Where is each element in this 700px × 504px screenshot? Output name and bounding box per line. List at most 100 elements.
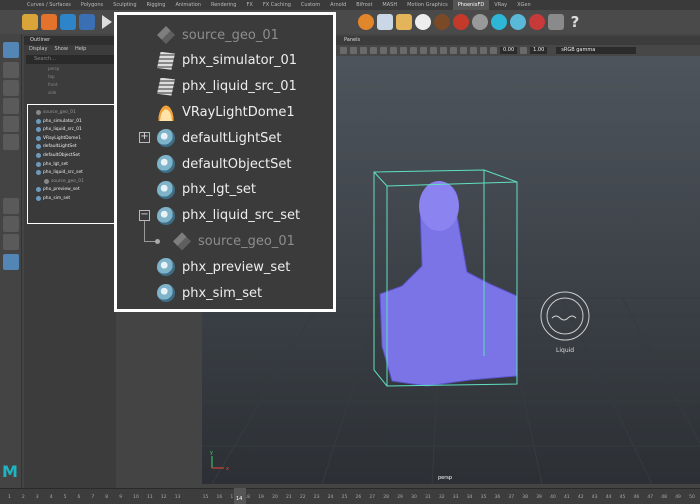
outliner-item[interactable]: source_geo_01 <box>173 229 295 253</box>
shelf-tab[interactable]: MASH <box>377 0 402 10</box>
select-tool-icon[interactable] <box>3 42 19 58</box>
exposure-icon[interactable] <box>490 47 497 54</box>
panels-menu[interactable]: Panels <box>344 37 360 43</box>
outliner-camera-item[interactable]: side <box>24 89 116 97</box>
outliner-camera-item[interactable]: top <box>24 73 116 81</box>
outliner-item[interactable]: defaultObjectSet <box>36 152 80 159</box>
splash-icon[interactable] <box>377 14 393 30</box>
force-icon[interactable] <box>529 14 545 30</box>
particle-icon[interactable] <box>491 14 507 30</box>
outliner-item[interactable]: phx_preview_set <box>36 186 80 193</box>
hud-icon[interactable] <box>430 47 437 54</box>
outliner-menu-item[interactable]: Help <box>75 45 86 54</box>
move-tool-icon[interactable] <box>3 98 19 114</box>
outliner-item[interactable]: phx_simulator_01 <box>36 118 82 125</box>
coffee-icon[interactable] <box>434 14 450 30</box>
tool-box <box>0 34 22 490</box>
liquid-icon[interactable] <box>60 14 76 30</box>
wireframe-icon[interactable] <box>350 47 357 54</box>
resolution-gate-icon[interactable] <box>440 47 447 54</box>
outliner-camera-item[interactable]: front <box>24 81 116 89</box>
outliner-item[interactable]: phx_liquid_src_01 <box>157 75 297 99</box>
isolate-icon[interactable] <box>420 47 427 54</box>
shelf-tab[interactable]: VRay <box>489 0 512 10</box>
outliner-item[interactable]: defaultLightSet <box>157 126 282 150</box>
outliner-item[interactable]: VRayLightDome1 <box>36 135 81 142</box>
shaded-icon[interactable] <box>360 47 367 54</box>
ocean-icon[interactable] <box>79 14 95 30</box>
layout-split-icon[interactable] <box>3 234 19 250</box>
shelf-tab[interactable]: FX <box>242 0 258 10</box>
outliner-item[interactable]: phx_lgt_set <box>36 161 68 168</box>
outliner-search-input[interactable]: Search... <box>26 55 114 64</box>
outliner-item[interactable]: phx_liquid_src_set <box>157 204 300 228</box>
shelf-tab[interactable]: XGen <box>512 0 536 10</box>
shelf-tab[interactable]: Arnold <box>325 0 351 10</box>
camera-icon[interactable] <box>340 47 347 54</box>
fire-icon[interactable] <box>41 14 57 30</box>
field-chart-icon[interactable] <box>460 47 467 54</box>
expand-toggle-icon[interactable]: − <box>139 209 150 221</box>
shelf-tab[interactable]: PhoenixFD <box>452 0 490 10</box>
exposure-field[interactable]: 0.00 <box>500 47 518 54</box>
outliner-menu-item[interactable]: Display <box>29 45 47 54</box>
drink-icon[interactable] <box>415 14 431 30</box>
outliner-item[interactable]: source_geo_01 <box>157 23 279 47</box>
safe-action-icon[interactable] <box>470 47 477 54</box>
fluid-preset-icon[interactable] <box>358 14 374 30</box>
texture-icon[interactable] <box>370 47 377 54</box>
smoke-preset-icon[interactable] <box>472 14 488 30</box>
layout-single-icon[interactable] <box>3 198 19 214</box>
paint-tool-icon[interactable] <box>3 80 19 96</box>
shelf-tab[interactable]: Animation <box>170 0 206 10</box>
outliner-item[interactable]: phx_preview_set <box>157 255 290 279</box>
shadow-icon[interactable] <box>390 47 397 54</box>
tool-icon[interactable] <box>22 14 38 30</box>
rain-icon[interactable] <box>510 14 526 30</box>
play-icon[interactable] <box>102 15 112 29</box>
xray-icon[interactable] <box>410 47 417 54</box>
wind-icon[interactable] <box>548 14 564 30</box>
shelf-tab[interactable]: Curves / Surfaces <box>22 0 76 10</box>
outliner-item[interactable]: defaultLightSet <box>36 143 77 150</box>
color-space-select[interactable]: sRGB gamma <box>556 47 637 54</box>
outliner-item[interactable]: VRayLightDome1 <box>157 100 295 124</box>
outliner-item[interactable]: phx_sim_set <box>157 281 262 305</box>
layout-four-icon[interactable] <box>3 216 19 232</box>
shelf-tab[interactable]: Custom <box>296 0 325 10</box>
timeline-tick-label: 46 <box>633 495 640 500</box>
light-icon[interactable] <box>380 47 387 54</box>
outliner-item[interactable]: source_geo_01 <box>44 178 84 185</box>
gate-mask-icon[interactable] <box>450 47 457 54</box>
gamma-field[interactable]: 1.00 <box>530 47 548 54</box>
safe-title-icon[interactable] <box>480 47 487 54</box>
fire-preset-icon[interactable] <box>453 14 469 30</box>
shelf-tab[interactable]: Motion Graphics <box>402 0 453 10</box>
grid-icon[interactable] <box>400 47 407 54</box>
outliner-item[interactable]: phx_liquid_src_01 <box>36 126 82 133</box>
outliner-item[interactable]: phx_liquid_src_set <box>36 169 83 176</box>
timeline-tick-label: 24 <box>327 495 334 500</box>
lasso-tool-icon[interactable] <box>3 62 19 78</box>
shelf-tab[interactable]: Rendering <box>206 0 242 10</box>
shelf-tab[interactable]: FX Caching <box>258 0 296 10</box>
outliner-item[interactable]: phx_simulator_01 <box>157 49 297 73</box>
outliner-item[interactable]: phx_lgt_set <box>157 178 256 202</box>
outliner-item[interactable]: defaultObjectSet <box>157 152 291 176</box>
scale-tool-icon[interactable] <box>3 134 19 150</box>
outliner-item[interactable]: source_geo_01 <box>36 109 76 116</box>
layout-outliner-icon[interactable] <box>3 254 19 270</box>
foam-icon[interactable] <box>396 14 412 30</box>
shelf-tab[interactable]: Rigging <box>142 0 171 10</box>
expand-toggle-icon[interactable]: + <box>139 132 150 144</box>
time-slider[interactable]: 1234567891011121315161718192021222324252… <box>0 488 700 504</box>
outliner-camera-item[interactable]: persp <box>24 65 116 73</box>
outliner-item[interactable]: phx_sim_set <box>36 195 70 202</box>
shelf-tab[interactable]: Polygons <box>76 0 108 10</box>
shelf-tab[interactable]: Bifrost <box>351 0 377 10</box>
outliner-menu-item[interactable]: Show <box>54 45 68 54</box>
rotate-tool-icon[interactable] <box>3 116 19 132</box>
help-icon[interactable]: ? <box>567 14 583 30</box>
gamma-icon[interactable] <box>520 47 528 54</box>
shelf-tab[interactable]: Sculpting <box>108 0 141 10</box>
